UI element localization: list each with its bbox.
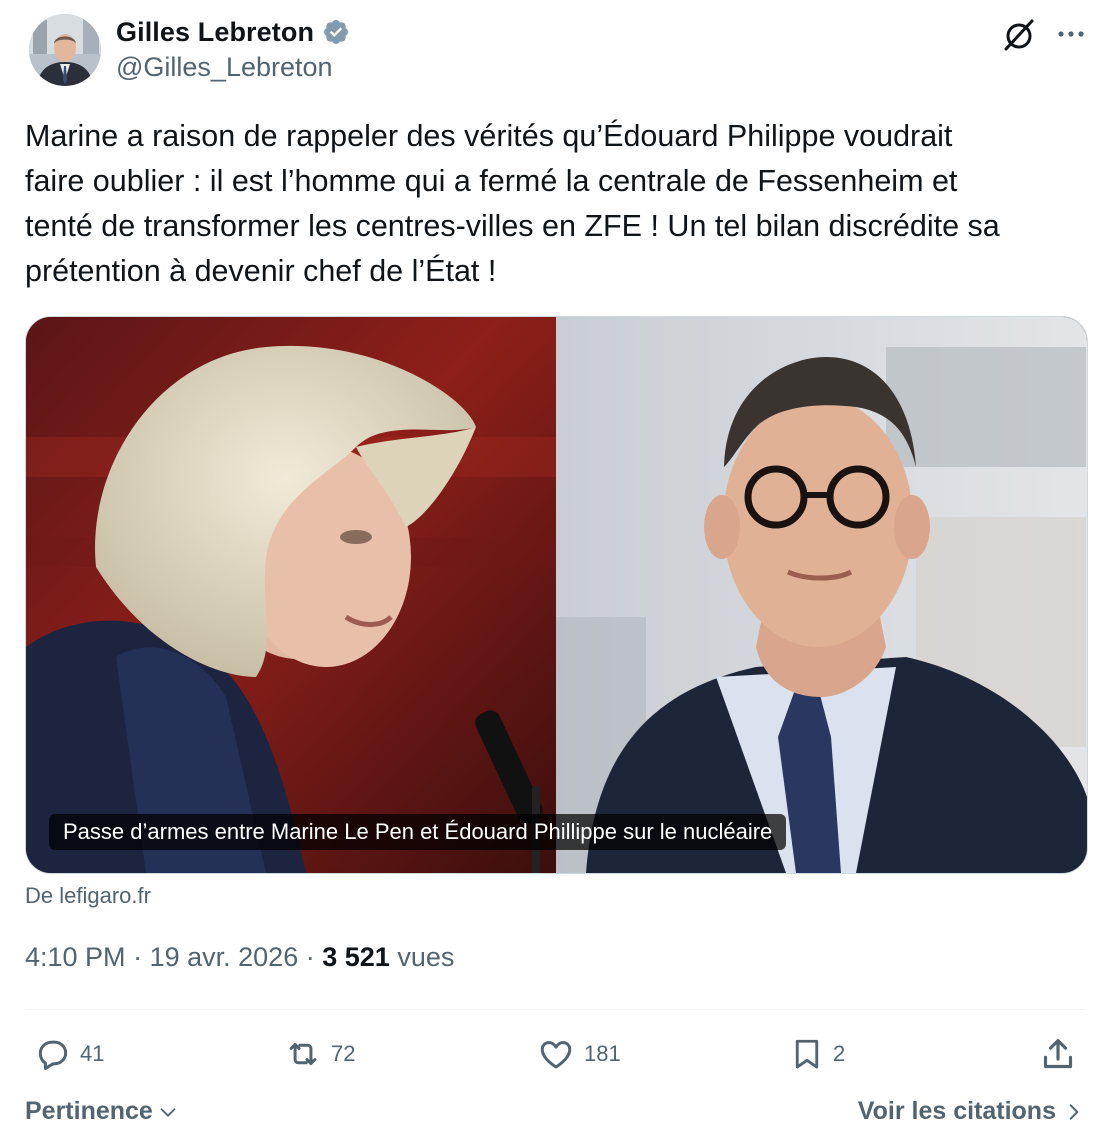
reply-count: 41: [80, 1041, 105, 1066]
author-handle[interactable]: @Gilles_Lebreton: [116, 52, 333, 83]
tweet-meta: 4:10 PM · 19 avr. 2026 · 3 521 vues: [25, 942, 454, 973]
reply-button[interactable]: 41: [34, 1034, 104, 1074]
views-count: 3 521: [322, 942, 390, 972]
card-caption: Passe d’armes entre Marine Le Pen et Édo…: [49, 814, 787, 850]
tweet-time[interactable]: 4:10 PM: [25, 942, 126, 972]
divider: [25, 1009, 1086, 1010]
tweet-date[interactable]: 19 avr. 2026: [150, 942, 299, 972]
grok-icon[interactable]: [1000, 16, 1038, 54]
bookmark-icon: [795, 1039, 819, 1069]
avatar[interactable]: [29, 14, 101, 86]
chevron-down-icon: [160, 1107, 176, 1117]
bookmark-count: 2: [833, 1041, 846, 1066]
repost-icon: [289, 1042, 317, 1066]
photo-edouard-philippe: [556, 317, 1087, 873]
author-name-row[interactable]: Gilles Lebreton: [116, 14, 350, 50]
link-card[interactable]: Passe d’armes entre Marine Le Pen et Édo…: [25, 316, 1088, 874]
meta-separator: ·: [133, 942, 143, 972]
bookmark-button[interactable]: 2: [789, 1034, 845, 1074]
repost-count: 72: [331, 1041, 356, 1066]
verified-badge-icon[interactable]: [322, 18, 350, 46]
sort-label: Pertinence: [25, 1097, 153, 1125]
share-button[interactable]: [1038, 1034, 1078, 1074]
card-source[interactable]: De lefigaro.fr: [25, 883, 151, 909]
chevron-right-icon: [1069, 1103, 1079, 1120]
more-icon[interactable]: [1054, 20, 1088, 48]
heart-icon: [540, 1041, 572, 1069]
view-quotes-label: Voir les citations: [857, 1097, 1056, 1125]
photo-marine-le-pen: [26, 317, 556, 873]
share-icon: [1043, 1039, 1073, 1069]
view-quotes-link[interactable]: Voir les citations: [858, 1097, 1084, 1126]
reply-icon: [38, 1040, 68, 1070]
display-name[interactable]: Gilles Lebreton: [116, 17, 314, 48]
tweet-text: Marine a raison de rappeler des vérités …: [25, 119, 1000, 288]
sort-dropdown[interactable]: Pertinence: [25, 1097, 179, 1126]
views-label: vues: [397, 942, 455, 972]
like-button[interactable]: 181: [536, 1034, 621, 1074]
meta-separator: ·: [305, 942, 315, 972]
like-count: 181: [584, 1041, 621, 1066]
repost-button[interactable]: 72: [283, 1034, 355, 1074]
